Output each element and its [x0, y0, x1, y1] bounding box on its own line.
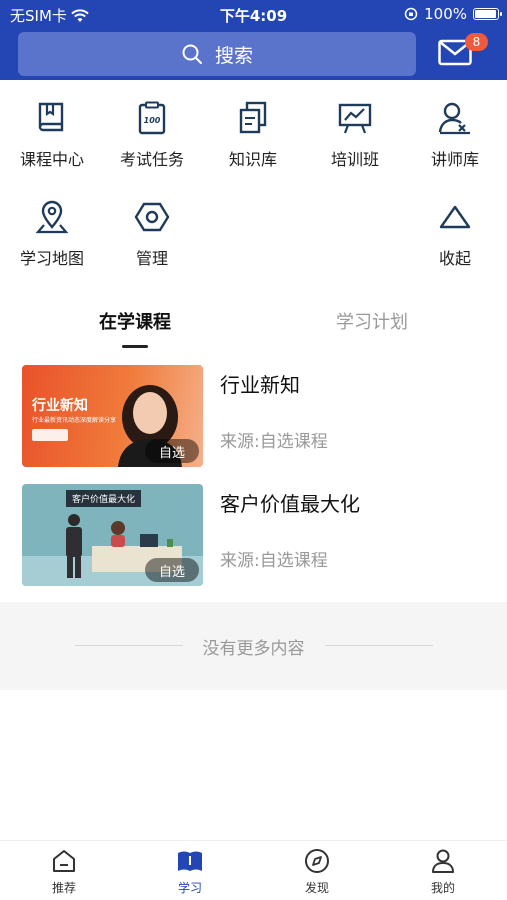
compass-icon	[305, 849, 329, 873]
app-header: 无SIM卡 下午4:09 100% 搜索 8	[0, 0, 507, 80]
course-source: 来源:自选课程	[220, 432, 328, 452]
hexagon-settings-icon	[134, 202, 170, 232]
grid-label: 学习地图	[19, 249, 84, 268]
tabbar-item-mine[interactable]: 我的	[403, 847, 483, 896]
grid-label: 课程中心	[19, 150, 84, 169]
orientation-lock-icon	[404, 7, 418, 21]
grid-item-course-center[interactable]: 课程中心	[2, 98, 102, 178]
grid-item-exam-tasks[interactable]: 100 考试任务	[102, 98, 202, 178]
grid-item-learning-map[interactable]: 学习地图	[2, 197, 102, 277]
thumb-title: 客户价值最大化	[66, 490, 142, 507]
bottom-tab-bar: 推荐 学习 发现 我的	[0, 840, 507, 900]
thumb-title: 行业新知	[32, 398, 88, 414]
tabbar-label: 学习	[177, 881, 202, 895]
grid-item-knowledge-base[interactable]: 知识库	[203, 98, 303, 178]
course-title: 行业新知	[220, 373, 300, 397]
search-bar[interactable]: 搜索	[18, 32, 416, 76]
battery-percent: 100%	[424, 5, 467, 23]
tabbar-item-discover[interactable]: 发现	[277, 847, 357, 896]
grid-label: 培训班	[330, 150, 379, 169]
grid-item-management[interactable]: 管理	[102, 197, 202, 277]
search-icon	[182, 44, 202, 64]
grid-label: 收起	[438, 249, 471, 268]
tabbar-item-study[interactable]: 学习	[150, 847, 230, 896]
grid-label: 知识库	[228, 150, 277, 169]
course-item[interactable]: 行业新知 行业最新资讯动态深度解读分享 自选 行业新知 来源:自选课程	[0, 365, 507, 471]
open-book-icon	[178, 851, 202, 871]
battery-icon	[473, 8, 502, 20]
grid-item-training-class[interactable]: 培训班	[305, 98, 405, 178]
course-thumbnail: 客户价值最大化 自选	[22, 484, 203, 586]
grid-item-lecturer-library[interactable]: 讲师库	[405, 98, 505, 178]
home-icon	[53, 850, 75, 872]
tabbar-label: 推荐	[51, 881, 76, 895]
no-more-text: 没有更多内容	[202, 639, 305, 659]
presentation-board-icon	[338, 103, 372, 134]
no-more-footer: 没有更多内容	[0, 602, 507, 690]
tab-learning-plan[interactable]: 学习计划	[302, 308, 442, 334]
status-bar: 无SIM卡 下午4:09 100%	[0, 0, 507, 28]
tabbar-item-recommend[interactable]: 推荐	[24, 847, 104, 896]
divider	[325, 645, 433, 646]
lecturer-icon	[438, 102, 470, 135]
mail-badge: 8	[465, 33, 488, 51]
course-source: 来源:自选课程	[220, 551, 328, 571]
self-selected-badge: 自选	[144, 439, 199, 463]
grid-label: 管理	[135, 249, 168, 268]
self-selected-badge: 自选	[144, 558, 199, 582]
course-item[interactable]: 客户价值最大化 自选 客户价值最大化 来源:自选课程	[0, 484, 507, 590]
tabbar-label: 我的	[430, 881, 455, 895]
triangle-up-icon	[439, 205, 471, 229]
course-title: 客户价值最大化	[220, 492, 360, 516]
book-icon	[38, 102, 64, 132]
tab-indicator	[122, 345, 148, 348]
map-pin-icon	[35, 200, 69, 234]
collapse-button[interactable]: 收起	[405, 197, 505, 277]
tab-in-progress-courses[interactable]: 在学课程	[65, 308, 205, 334]
grid-label: 考试任务	[119, 150, 184, 169]
tabbar-label: 发现	[304, 881, 329, 895]
search-label: 搜索	[214, 44, 253, 67]
thumb-subtitle: 行业最新资讯动态深度解读分享	[32, 417, 117, 424]
documents-icon	[239, 101, 267, 134]
svg-text:100: 100	[144, 116, 161, 125]
course-thumbnail: 行业新知 行业最新资讯动态深度解读分享 自选	[22, 365, 203, 467]
grid-label: 讲师库	[430, 150, 479, 169]
exam-clipboard-icon: 100	[138, 101, 166, 135]
user-icon	[432, 849, 454, 873]
